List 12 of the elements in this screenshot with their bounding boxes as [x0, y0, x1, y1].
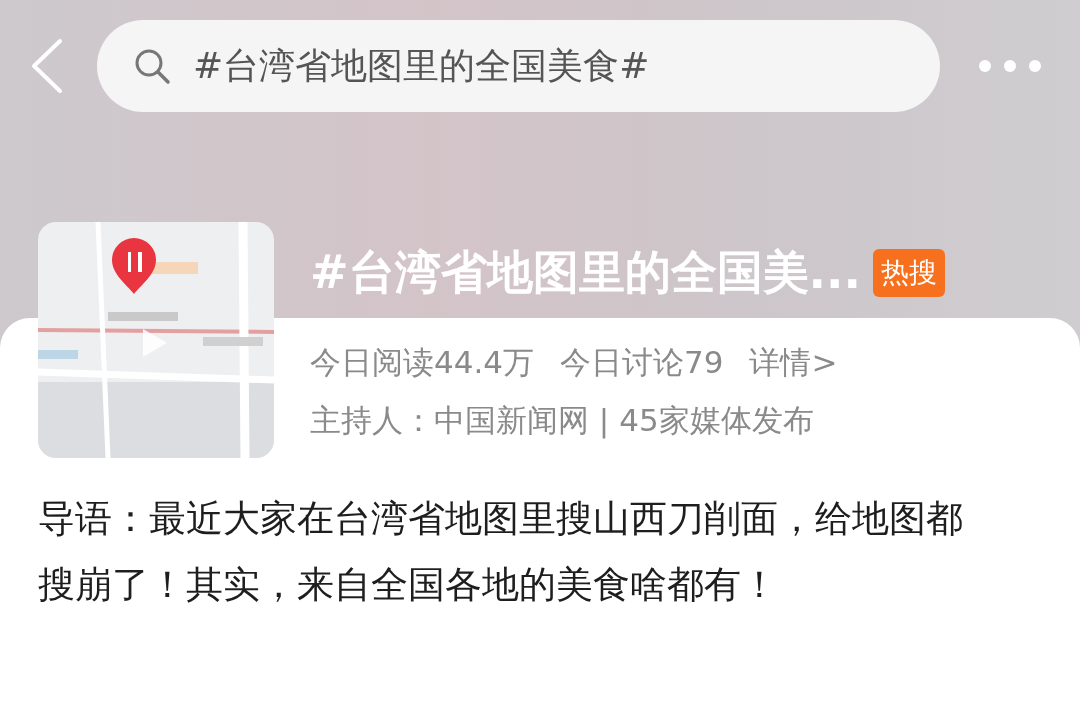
more-icon[interactable]	[978, 59, 1042, 73]
details-link[interactable]: 详情>	[749, 342, 838, 384]
stat-text: 今日讨论79	[560, 343, 724, 382]
intro-text: 导语：最近大家在台湾省地图里搜山西刀削面，给地图都搜崩了！其实，来自全国各地的美食啥都有！	[38, 496, 964, 608]
search-query: #台湾省地图里的全国美食#	[193, 43, 650, 88]
host-text: 主持人：中国新闻网 | 45家媒体发布	[310, 401, 814, 441]
topic-title: #台湾省地图里的全国美...	[310, 244, 861, 301]
stat-text: 今日阅读44.4万	[310, 343, 535, 382]
search-bar[interactable]: #台湾省地图里的全国美食#	[97, 20, 940, 112]
search-icon	[133, 47, 171, 85]
back-icon[interactable]	[30, 38, 64, 94]
hot-search-badge: 热搜	[872, 249, 945, 297]
